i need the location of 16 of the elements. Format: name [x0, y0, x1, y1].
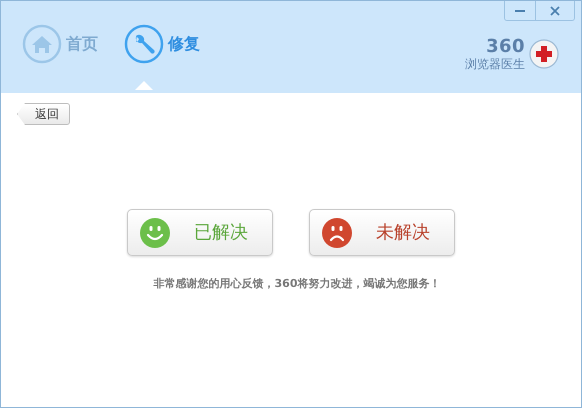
medical-cross-logo-icon — [528, 38, 560, 70]
feedback-button[interactable]: 已解决 — [127, 209, 273, 256]
brand-number: 360 — [486, 38, 525, 56]
home-icon — [22, 24, 62, 64]
nav-tab[interactable]: 首页 — [22, 22, 98, 66]
tab-pointer — [135, 81, 153, 90]
wrench-icon — [124, 24, 164, 64]
nav-tab[interactable]: 修复 — [124, 22, 200, 66]
smiley-icon — [140, 218, 170, 248]
sad-face-icon — [322, 218, 352, 248]
back-button[interactable]: 返回 — [17, 103, 70, 125]
minimize-icon — [515, 9, 525, 12]
feedback-button[interactable]: 未解决 — [309, 209, 455, 256]
close-icon — [550, 6, 560, 16]
brand-name: 浏览器医生 — [465, 58, 525, 70]
thank-you-message: 非常感谢您的用心反馈，360将努力改进，竭诚为您服务！ — [152, 276, 442, 292]
